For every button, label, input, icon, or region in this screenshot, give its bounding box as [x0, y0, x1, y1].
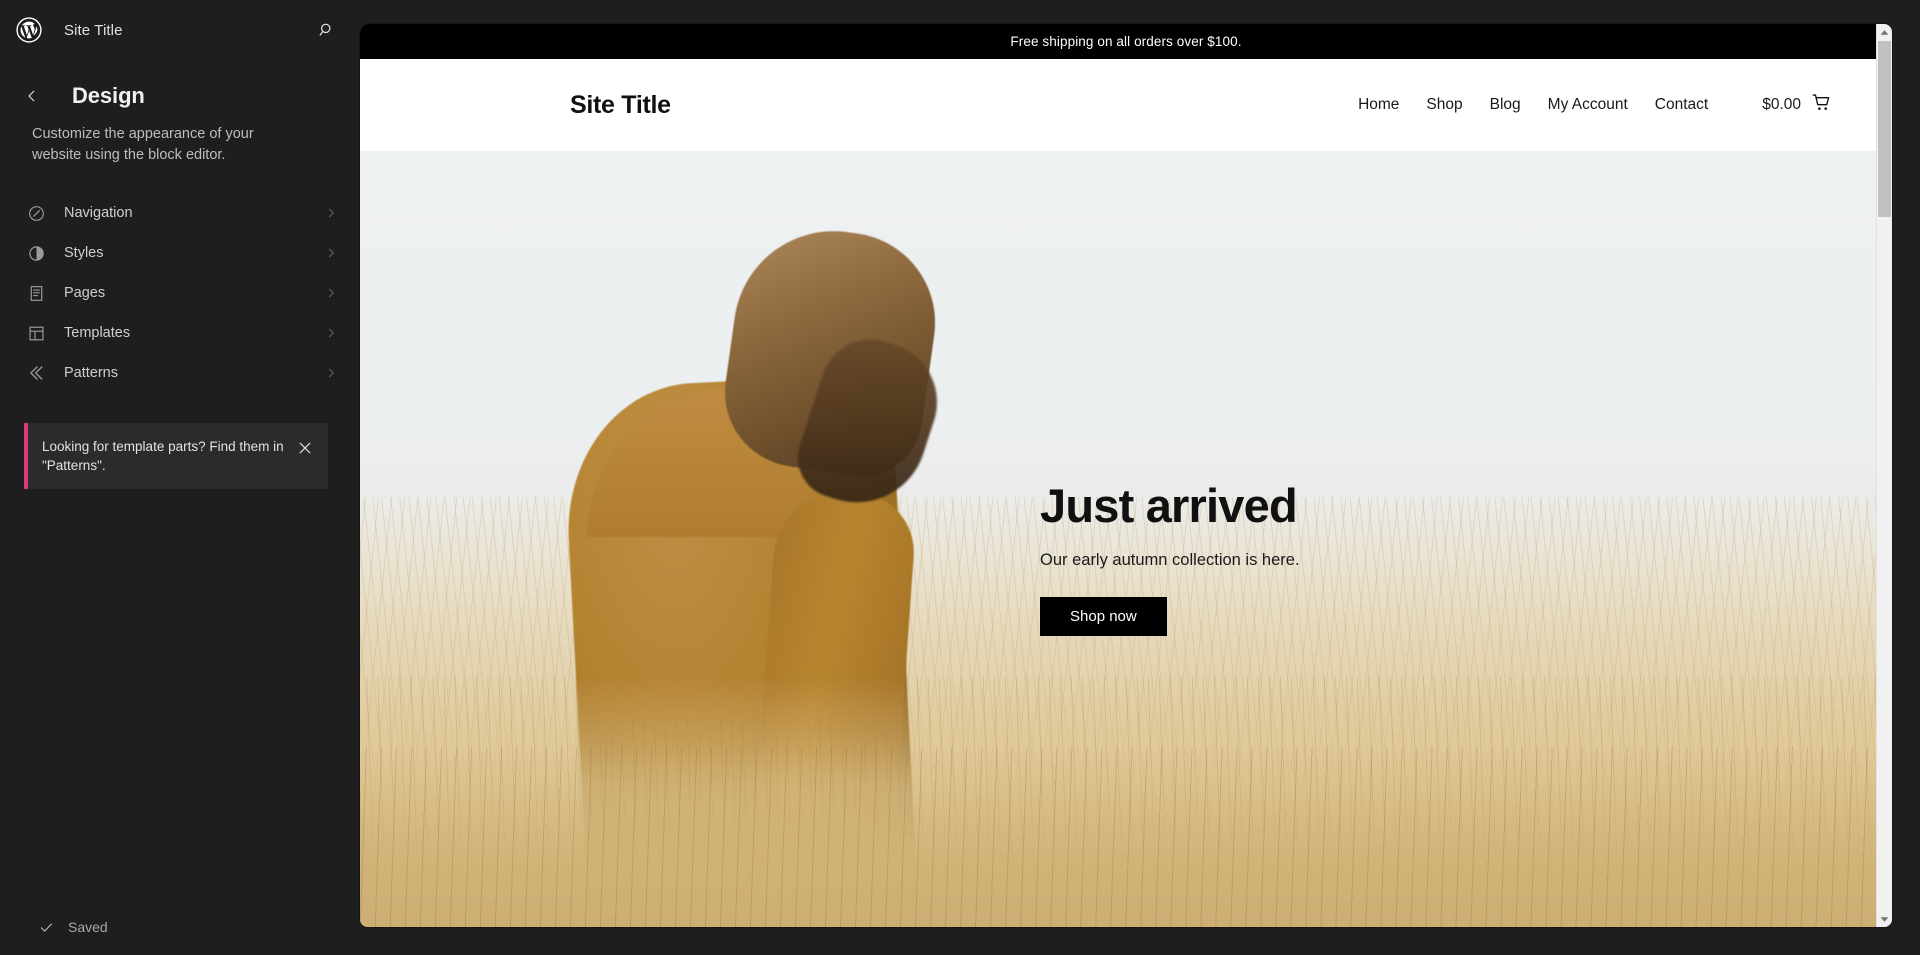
hero-subtitle: Our early autumn collection is here. [1040, 551, 1300, 570]
sidebar-item-label: Styles [64, 245, 104, 262]
nav-link-shop[interactable]: Shop [1426, 96, 1462, 114]
sidebar-header: Design [0, 60, 360, 110]
shop-now-button[interactable]: Shop now [1040, 597, 1167, 637]
announcement-bar: Free shipping on all orders over $100. [360, 24, 1892, 59]
sidebar-item-templates[interactable]: Templates [8, 313, 352, 353]
chevron-right-icon [322, 244, 340, 262]
hero-wheat-field-front [360, 747, 1892, 927]
editor-sidebar: Site Title Design Customize the appearan… [0, 0, 360, 955]
nav-link-my-account[interactable]: My Account [1548, 96, 1628, 114]
styles-contrast-icon [24, 241, 48, 265]
search-icon[interactable] [312, 15, 342, 45]
patterns-chevrons-icon [24, 361, 48, 385]
site-editor-app: Site Title Design Customize the appearan… [0, 0, 1920, 955]
save-status-bar[interactable]: Saved [0, 899, 360, 955]
sidebar-topbar: Site Title [0, 0, 360, 60]
sidebar-description: Customize the appearance of your website… [32, 126, 254, 163]
site-header: Site Title Home Shop Blog My Account Con… [360, 59, 1892, 151]
scroll-down-arrow-icon[interactable] [1877, 911, 1892, 927]
sidebar-site-title: Site Title [64, 21, 123, 39]
sidebar-item-navigation[interactable]: Navigation [8, 193, 352, 233]
sidebar-item-pages[interactable]: Pages [8, 273, 352, 313]
chevron-right-icon [322, 284, 340, 302]
scrollbar-thumb[interactable] [1878, 41, 1891, 217]
site-preview-frame[interactable]: Free shipping on all orders over $100. S… [360, 24, 1892, 927]
shopping-cart-icon [1811, 92, 1832, 118]
site-navigation: Home Shop Blog My Account Contact $0.00 [1358, 92, 1832, 118]
scroll-up-arrow-icon[interactable] [1877, 24, 1892, 40]
cart-button[interactable]: $0.00 [1762, 92, 1832, 118]
preview-canvas: Free shipping on all orders over $100. S… [360, 0, 1920, 955]
pages-document-icon [24, 281, 48, 305]
template-parts-notice: Looking for template parts? Find them in… [24, 423, 328, 490]
templates-layout-icon [24, 321, 48, 345]
sidebar-item-label: Templates [64, 325, 131, 342]
notice-text: Looking for template parts? Find them in… [42, 439, 284, 474]
announcement-text: Free shipping on all orders over $100. [1010, 34, 1242, 49]
sidebar-item-patterns[interactable]: Patterns [8, 353, 352, 393]
check-icon [38, 919, 54, 935]
nav-link-home[interactable]: Home [1358, 96, 1399, 114]
sidebar-item-label: Pages [64, 285, 106, 302]
site-brand-title[interactable]: Site Title [570, 91, 671, 120]
sidebar-item-label: Navigation [64, 205, 133, 222]
sidebar-item-label: Patterns [64, 365, 118, 382]
nav-link-contact[interactable]: Contact [1655, 96, 1708, 114]
hero-copy: Just arrived Our early autumn collection… [1040, 479, 1470, 637]
cart-total: $0.00 [1762, 96, 1801, 113]
chevron-right-icon [322, 324, 340, 342]
status-badge: Saved [68, 919, 108, 935]
wordpress-logo-icon[interactable] [14, 15, 44, 45]
navigation-compass-icon [24, 201, 48, 225]
chevron-right-icon [322, 204, 340, 222]
sidebar-item-styles[interactable]: Styles [8, 233, 352, 273]
hero-section: Just arrived Our early autumn collection… [360, 151, 1892, 927]
preview-scrollbar[interactable] [1876, 24, 1892, 927]
chevron-right-icon [322, 364, 340, 382]
sidebar-menu: Navigation Styles Pages Templates Patter… [0, 193, 360, 393]
hero-title: Just arrived [1040, 479, 1298, 532]
close-icon[interactable] [292, 435, 318, 461]
chevron-left-icon[interactable] [18, 82, 46, 110]
page-title: Design [72, 83, 145, 108]
nav-link-blog[interactable]: Blog [1490, 96, 1521, 114]
